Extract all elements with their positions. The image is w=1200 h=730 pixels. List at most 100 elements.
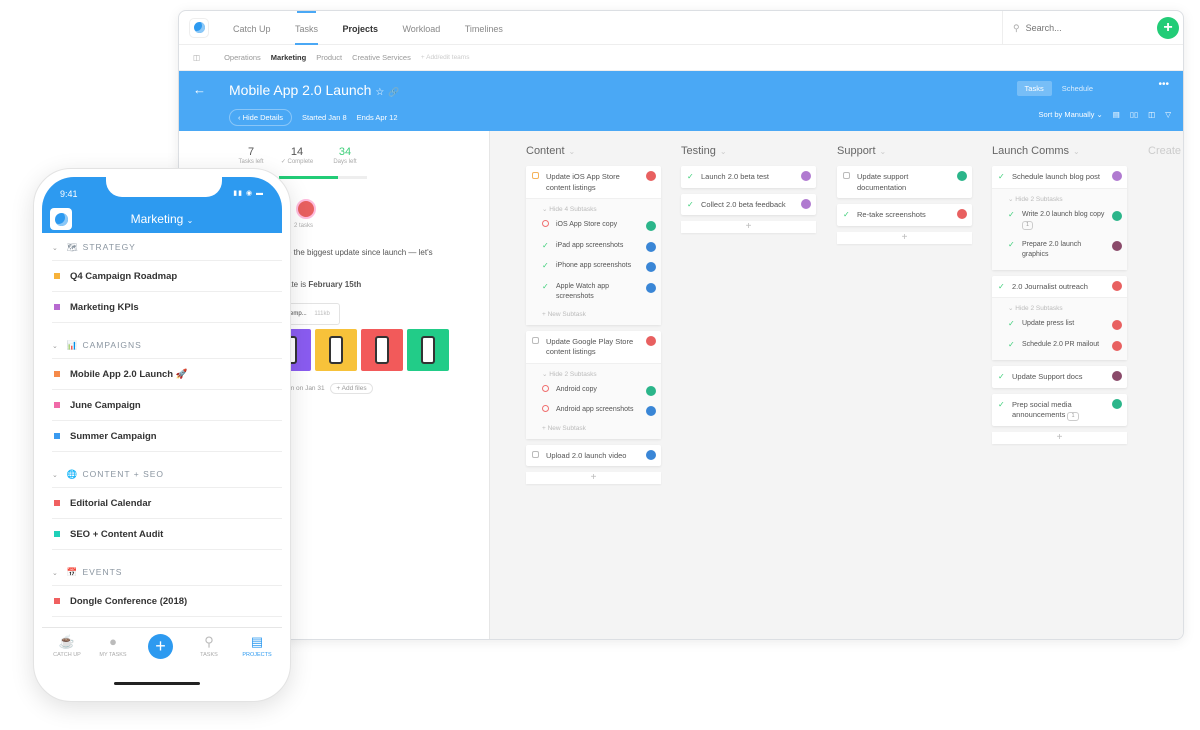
hide-subtasks-toggle[interactable]: ⌄ Hide 4 Subtasks bbox=[536, 202, 661, 216]
hide-subtasks-toggle[interactable]: ⌄ Hide 2 Subtasks bbox=[1002, 192, 1127, 206]
task-row[interactable]: ✓ 2.0 Journalist outreach bbox=[992, 276, 1127, 298]
task-row[interactable]: ✓ Schedule launch blog post bbox=[992, 166, 1127, 188]
project-list-item[interactable]: Dongle Conference (2018) bbox=[52, 586, 282, 617]
column-header[interactable]: Content ⌄ bbox=[526, 145, 661, 159]
project-list-item[interactable]: Mobile App 2.0 Launch 🚀 bbox=[52, 359, 282, 390]
task-row[interactable]: ✓ Collect 2.0 beta feedback bbox=[681, 194, 816, 216]
tab-projects[interactable]: ▤ PROJECTS bbox=[232, 634, 282, 658]
subtask-row[interactable]: iOS App Store copy bbox=[536, 216, 661, 237]
add-card-button[interactable]: + bbox=[526, 472, 661, 484]
column-header[interactable]: Launch Comms ⌄ bbox=[992, 145, 1127, 159]
subtask-row[interactable]: ✓ Apple Watch app screenshots bbox=[536, 278, 661, 308]
view-schedule-tab[interactable]: Schedule bbox=[1062, 84, 1093, 93]
team-marketing[interactable]: Marketing bbox=[271, 53, 306, 62]
assignee-avatar[interactable] bbox=[646, 262, 656, 272]
circle-icon[interactable] bbox=[542, 384, 553, 397]
assignee-avatar[interactable] bbox=[1112, 240, 1122, 251]
task-row[interactable]: ✓ Update Support docs bbox=[992, 366, 1127, 388]
sort-dropdown[interactable]: Sort by Manually ⌄ bbox=[1039, 110, 1103, 119]
chevron-down-icon[interactable]: ⌄ bbox=[880, 147, 887, 156]
assignee-avatar[interactable] bbox=[646, 406, 656, 416]
project-list-item[interactable]: Marketing KPIs bbox=[52, 292, 282, 323]
subtask-row[interactable]: ✓ iPhone app screenshots bbox=[536, 257, 661, 278]
assignee-avatar[interactable] bbox=[1112, 280, 1122, 291]
team-operations[interactable]: Operations bbox=[224, 53, 261, 62]
assignee-avatar[interactable] bbox=[646, 171, 656, 181]
nav-timelines[interactable]: Timelines bbox=[465, 24, 503, 34]
section-header[interactable]: ⌄ 📅 EVENTS bbox=[52, 558, 282, 586]
nav-catch-up[interactable]: Catch Up bbox=[233, 24, 271, 34]
assignee-avatar[interactable] bbox=[957, 171, 967, 181]
assignee-avatar[interactable] bbox=[646, 241, 656, 252]
task-row[interactable]: ✓ Launch 2.0 beta test bbox=[681, 166, 816, 188]
assignee-avatar[interactable] bbox=[646, 282, 656, 293]
more-options-icon[interactable]: ••• bbox=[1158, 79, 1169, 90]
team-selector[interactable]: Marketing ⌄ bbox=[42, 212, 282, 226]
checkbox[interactable] bbox=[532, 336, 543, 358]
project-list-item[interactable]: June Campaign bbox=[52, 390, 282, 421]
sidebar-toggle-icon[interactable]: ◫ bbox=[193, 53, 200, 62]
new-subtask-button[interactable]: + New Subtask bbox=[536, 308, 661, 321]
task-card[interactable]: ✓ Collect 2.0 beta feedback bbox=[681, 193, 816, 216]
add-card-button[interactable]: + bbox=[681, 221, 816, 233]
view-tasks-tab[interactable]: Tasks bbox=[1016, 81, 1052, 96]
comment-count-badge[interactable]: 1 bbox=[1022, 221, 1034, 230]
circle-icon[interactable] bbox=[542, 405, 553, 417]
link-icon[interactable]: 🔗 bbox=[388, 87, 399, 97]
assignee-avatar[interactable] bbox=[1112, 210, 1122, 221]
column-header[interactable]: Support ⌄ bbox=[837, 145, 972, 159]
image-thumbnail[interactable] bbox=[361, 329, 403, 371]
nav-workload[interactable]: Workload bbox=[402, 24, 440, 34]
chevron-down-icon[interactable]: ⌄ bbox=[1073, 147, 1080, 156]
chevron-down-icon[interactable]: ⌄ bbox=[720, 147, 727, 156]
assignee-avatar[interactable] bbox=[1112, 171, 1122, 181]
assignee-avatar[interactable] bbox=[1112, 371, 1122, 381]
chevron-down-icon[interactable]: ⌄ bbox=[569, 147, 576, 156]
project-list-item[interactable]: Q4 Campaign Roadmap bbox=[52, 261, 282, 292]
add-edit-teams-link[interactable]: + Add/edit teams bbox=[421, 54, 470, 61]
project-list-item[interactable]: Summer Campaign bbox=[52, 421, 282, 452]
checkbox[interactable] bbox=[532, 172, 543, 193]
assignee-avatar[interactable] bbox=[801, 171, 811, 181]
add-card-button[interactable]: + bbox=[837, 231, 972, 244]
app-logo[interactable] bbox=[189, 17, 209, 38]
chevron-down-icon[interactable]: ⌄ bbox=[52, 343, 59, 350]
task-card[interactable]: Update iOS App Store content listings ⌄ H… bbox=[526, 166, 661, 325]
mobile-add-button[interactable]: + bbox=[148, 634, 173, 659]
team-product[interactable]: Product bbox=[316, 53, 342, 62]
assignee-avatar[interactable] bbox=[957, 209, 967, 219]
nav-tasks[interactable]: Tasks bbox=[295, 24, 318, 34]
assignee-avatar[interactable] bbox=[646, 449, 656, 460]
task-card[interactable]: ✓ Update Support docs bbox=[992, 366, 1127, 388]
assignee-avatar[interactable] bbox=[646, 385, 656, 396]
task-card[interactable]: ✓ Re-take screenshots bbox=[837, 204, 972, 226]
task-row[interactable]: Update iOS App Store content listings bbox=[526, 166, 661, 198]
assignee-avatar[interactable] bbox=[1112, 398, 1122, 409]
checkbox[interactable] bbox=[843, 172, 854, 193]
team-creative-services[interactable]: Creative Services bbox=[352, 53, 411, 62]
member-avatar[interactable] bbox=[296, 199, 316, 219]
star-icon[interactable]: ☆ bbox=[375, 87, 384, 98]
task-row[interactable]: Update Google Play Store content listing… bbox=[526, 331, 661, 363]
search-input[interactable] bbox=[1025, 23, 1136, 33]
assignee-avatar[interactable] bbox=[646, 335, 656, 346]
task-card[interactable]: ✓ 2.0 Journalist outreach ⌄ Hide 2 Subtask… bbox=[992, 275, 1127, 360]
task-row[interactable]: Update support documentation bbox=[837, 166, 972, 198]
task-card[interactable]: Update support documentation bbox=[837, 166, 972, 198]
hide-subtasks-toggle[interactable]: ⌄ Hide 2 Subtasks bbox=[536, 367, 661, 381]
assignee-avatar[interactable] bbox=[1112, 340, 1122, 351]
assignee-avatar[interactable] bbox=[1112, 320, 1122, 330]
section-header[interactable]: ⌄ 🗺 STRATEGY bbox=[52, 233, 282, 261]
task-row[interactable]: ✓ Re-take screenshots bbox=[837, 204, 972, 226]
task-card[interactable]: ✓ Launch 2.0 beta test bbox=[681, 166, 816, 188]
task-row[interactable]: ✓ Prep social media announcements 1 bbox=[992, 394, 1127, 427]
board-view-icon[interactable]: ▯▯ bbox=[1130, 110, 1138, 119]
subtask-row[interactable]: ✓ iPad app screenshots bbox=[536, 237, 661, 258]
subtask-row[interactable]: ✓ Prepare 2.0 launch graphics bbox=[1002, 236, 1127, 266]
section-header[interactable]: ⌄ 📊 CAMPAIGNS bbox=[52, 331, 282, 359]
add-card-button[interactable]: + bbox=[992, 432, 1127, 444]
subtask-row[interactable]: Android copy bbox=[536, 381, 661, 402]
new-subtask-button[interactable]: + New Subtask bbox=[536, 422, 661, 435]
checkbox[interactable] bbox=[532, 450, 543, 462]
tab-my-tasks[interactable]: ● MY TASKS bbox=[88, 634, 138, 658]
